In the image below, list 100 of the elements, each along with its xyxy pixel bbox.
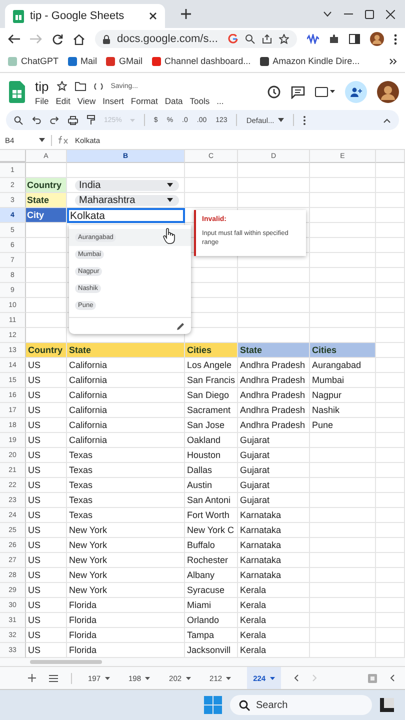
- table-cell: Andhra Pradesh: [238, 403, 310, 418]
- address-bar[interactable]: docs.google.com/s...: [95, 30, 297, 48]
- table-cell: Texas: [67, 508, 185, 523]
- menu-item[interactable]: Edit: [56, 96, 70, 106]
- table-cell: US: [26, 493, 67, 508]
- table-cell: US: [26, 433, 67, 448]
- table-cell: Florida: [67, 613, 185, 628]
- table-cell: Pune: [310, 418, 376, 433]
- dropdown-chip[interactable]: India: [75, 180, 179, 190]
- table-cell: State: [26, 193, 67, 208]
- table-cell: US: [26, 613, 67, 628]
- table-cell: California: [67, 358, 185, 373]
- table-cell: Florida: [67, 628, 185, 643]
- table-cell: City: [26, 208, 67, 223]
- table-cell: Kerala: [238, 598, 310, 613]
- bookmark[interactable]: ChatGPT: [8, 56, 59, 66]
- document-title[interactable]: tip: [35, 78, 49, 94]
- table-cell: Aurangabad: [310, 358, 376, 373]
- table-cell: US: [26, 418, 67, 433]
- table-cell: Los Angele: [185, 358, 238, 373]
- menu-item[interactable]: Format: [130, 96, 158, 106]
- dropdown-chip[interactable]: Maharashtra: [75, 194, 179, 206]
- menu-item[interactable]: Tools: [190, 96, 210, 106]
- table-cell: Kerala: [238, 613, 310, 628]
- table-cell: San Jose: [185, 418, 238, 433]
- table-cell: US: [26, 448, 67, 463]
- table-cell: Andhra Pradesh: [238, 388, 310, 403]
- table-cell: New York: [67, 523, 185, 538]
- table-cell: US: [26, 598, 67, 613]
- table-cell: New York C: [185, 523, 238, 538]
- table-cell: Gujarat: [238, 463, 310, 478]
- menu-item[interactable]: File: [35, 96, 49, 106]
- table-cell: Cities: [185, 343, 238, 358]
- table-cell: US: [26, 373, 67, 388]
- table-cell: US: [26, 478, 67, 493]
- table-cell: US: [26, 553, 67, 568]
- table-cell: Nashik: [310, 403, 376, 418]
- table-cell: San Francis: [185, 373, 238, 388]
- table-cell: Rochester: [185, 553, 238, 568]
- table-cell: Texas: [67, 448, 185, 463]
- table-cell: New York: [67, 583, 185, 598]
- bookmark[interactable]: Amazon Kindle Dire...: [260, 56, 360, 66]
- search-field[interactable]: Search: [230, 695, 372, 715]
- table-cell: Nagpur: [310, 388, 376, 403]
- table-cell: Syracuse: [185, 583, 238, 598]
- table-cell: Oakland: [185, 433, 238, 448]
- table-cell: Country: [26, 343, 67, 358]
- table-cell: Gujarat: [238, 433, 310, 448]
- table-cell: Gujarat: [238, 448, 310, 463]
- table-cell: Andhra Pradesh: [238, 358, 310, 373]
- table-cell: US: [26, 463, 67, 478]
- table-cell: San Diego: [185, 388, 238, 403]
- table-cell: Gujarat: [238, 493, 310, 508]
- table-cell: US: [26, 508, 67, 523]
- table-cell: Miami: [185, 598, 238, 613]
- table-cell: New York: [67, 553, 185, 568]
- table-cell: Andhra Pradesh: [238, 373, 310, 388]
- table-cell: Orlando: [185, 613, 238, 628]
- table-cell: US: [26, 628, 67, 643]
- table-cell: Texas: [67, 493, 185, 508]
- table-cell: Houston: [185, 448, 238, 463]
- bookmark[interactable]: GMail: [106, 56, 143, 66]
- menu-item[interactable]: Insert: [102, 96, 124, 106]
- table-cell: Karnataka: [238, 553, 310, 568]
- table-cell: US: [26, 403, 67, 418]
- menu-item[interactable]: View: [77, 96, 96, 106]
- table-cell: Gujarat: [238, 478, 310, 493]
- table-cell: US: [26, 583, 67, 598]
- table-cell: Sacrament: [185, 403, 238, 418]
- table-cell: Fort Worth: [185, 508, 238, 523]
- bookmark[interactable]: Mail: [68, 56, 98, 66]
- table-cell: Texas: [67, 478, 185, 493]
- table-cell: Mumbai: [310, 373, 376, 388]
- table-cell: Kerala: [238, 583, 310, 598]
- table-cell: Andhra Pradesh: [238, 418, 310, 433]
- table-cell: Kerala: [238, 628, 310, 643]
- table-cell: New York: [67, 538, 185, 553]
- table-cell: Karnataka: [238, 508, 310, 523]
- table-cell: Texas: [67, 463, 185, 478]
- table-cell: Buffalo: [185, 538, 238, 553]
- table-cell: San Antoni: [185, 493, 238, 508]
- table-cell: Dallas: [185, 463, 238, 478]
- table-cell: State: [238, 343, 310, 358]
- menu-item[interactable]: ...: [216, 96, 224, 106]
- table-cell: Country: [26, 178, 67, 193]
- table-cell: California: [67, 418, 185, 433]
- table-cell: Albany: [185, 568, 238, 583]
- table-cell: Florida: [67, 598, 185, 613]
- table-cell: New York: [67, 568, 185, 583]
- table-cell: US: [26, 388, 67, 403]
- bookmark[interactable]: Channel dashboard...: [152, 56, 251, 66]
- menu-item[interactable]: Data: [164, 96, 183, 106]
- table-cell: Karnataka: [238, 568, 310, 583]
- cell-editor[interactable]: Kolkata: [67, 208, 185, 223]
- table-cell: US: [26, 358, 67, 373]
- table-cell: US: [26, 523, 67, 538]
- table-cell: Tampa: [185, 628, 238, 643]
- browser-tab[interactable]: tip - Google Sheets: [5, 4, 165, 28]
- table-cell: US: [26, 538, 67, 553]
- table-cell: Karnataka: [238, 538, 310, 553]
